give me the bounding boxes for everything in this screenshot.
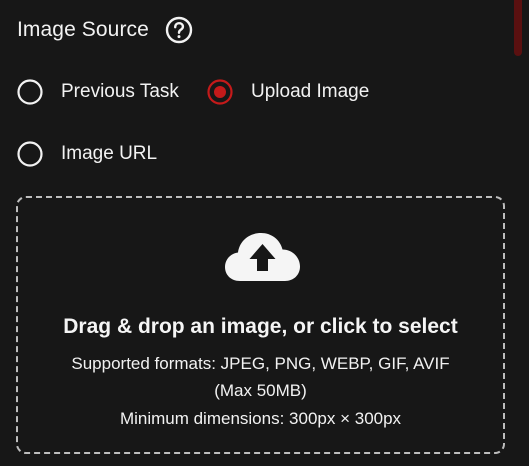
scrollbar[interactable] bbox=[511, 0, 529, 466]
radio-unselected-icon[interactable] bbox=[17, 141, 43, 167]
dropzone-title: Drag & drop an image, or click to select bbox=[63, 315, 458, 338]
radio-previous-task[interactable]: Previous Task bbox=[17, 79, 179, 105]
image-source-header: Image Source bbox=[17, 14, 193, 46]
dropzone-formats: Supported formats: JPEG, PNG, WEBP, GIF,… bbox=[38, 350, 483, 404]
radio-unselected-icon[interactable] bbox=[17, 79, 43, 105]
radio-image-url[interactable]: Image URL bbox=[17, 141, 157, 167]
scrollbar-thumb[interactable] bbox=[514, 0, 522, 56]
radio-label-upload-image: Upload Image bbox=[251, 81, 370, 102]
radio-upload-image[interactable]: Upload Image bbox=[207, 79, 369, 105]
radio-label-previous-task: Previous Task bbox=[61, 81, 179, 102]
minimum-dimensions-text: Minimum dimensions: 300px × 300px bbox=[119, 409, 402, 428]
section-title: Image Source bbox=[17, 18, 149, 41]
question-circle-icon[interactable] bbox=[165, 16, 193, 44]
image-source-panel: Image Source Previous Task Upload Image bbox=[0, 0, 529, 466]
radio-selected-icon[interactable] bbox=[207, 79, 233, 105]
supported-formats-text: Supported formats: JPEG, PNG, WEBP, GIF,… bbox=[71, 354, 450, 373]
max-size-text: (Max 50MB) bbox=[214, 381, 307, 400]
image-dropzone[interactable]: Drag & drop an image, or click to select… bbox=[16, 196, 505, 454]
cloud-upload-icon bbox=[224, 231, 302, 283]
radio-label-image-url: Image URL bbox=[61, 143, 158, 164]
